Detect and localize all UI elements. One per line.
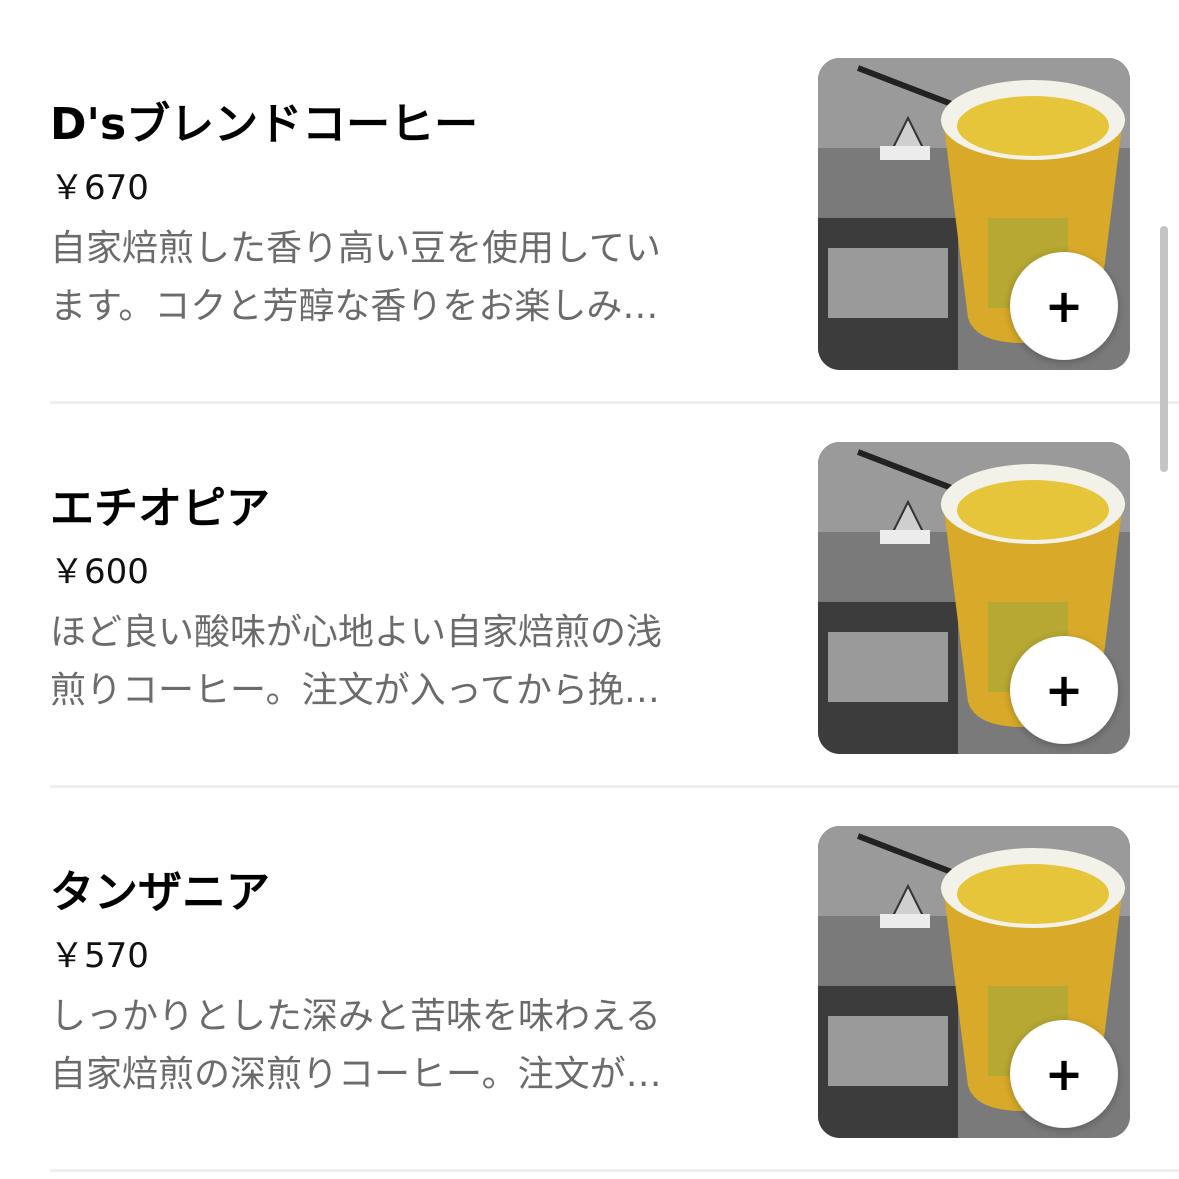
description-line: しっかりとした深みと苦味を味わえる: [50, 996, 661, 1037]
scrollbar[interactable]: [1160, 226, 1168, 472]
description-line: 煎りコーヒー。注文が入ってから挽…: [50, 670, 660, 711]
description-line: ます。コクと芳醇な香りをお楽しみ…: [50, 286, 659, 327]
item-divider: [50, 1169, 1179, 1172]
menu-item-ds-blend[interactable]: D'sブレンドコーヒー ￥670 自家焙煎した香り高い豆を使用してい ます。コク…: [0, 20, 1179, 404]
add-to-cart-button[interactable]: +: [1010, 252, 1118, 360]
item-price: ￥570: [50, 936, 149, 976]
menu-item-tanzania[interactable]: タンザニア ￥570 しっかりとした深みと苦味を味わえる 自家焙煎の深煎りコーヒ…: [0, 788, 1179, 1172]
add-to-cart-button[interactable]: +: [1010, 1020, 1118, 1128]
add-to-cart-button[interactable]: +: [1010, 636, 1118, 744]
item-title: タンザニア: [50, 867, 270, 918]
item-title: D'sブレンドコーヒー: [50, 99, 479, 150]
item-description: ほど良い酸味が心地よい自家焙煎の浅 煎りコーヒー。注文が入ってから挽…: [50, 604, 770, 720]
description-line: 自家焙煎した香り高い豆を使用してい: [50, 228, 661, 269]
menu-item-ethiopia[interactable]: エチオピア ￥600 ほど良い酸味が心地よい自家焙煎の浅 煎りコーヒー。注文が入…: [0, 404, 1179, 788]
description-line: 自家焙煎の深煎りコーヒー。注文が…: [50, 1054, 662, 1095]
description-line: ほど良い酸味が心地よい自家焙煎の浅: [50, 612, 663, 653]
menu-list: D'sブレンドコーヒー ￥670 自家焙煎した香り高い豆を使用してい ます。コク…: [0, 0, 1179, 1179]
item-price: ￥600: [50, 552, 149, 592]
item-price: ￥670: [50, 168, 149, 208]
item-description: しっかりとした深みと苦味を味わえる 自家焙煎の深煎りコーヒー。注文が…: [50, 988, 770, 1104]
item-title: エチオピア: [50, 483, 270, 534]
item-description: 自家焙煎した香り高い豆を使用してい ます。コクと芳醇な香りをお楽しみ…: [50, 220, 770, 336]
